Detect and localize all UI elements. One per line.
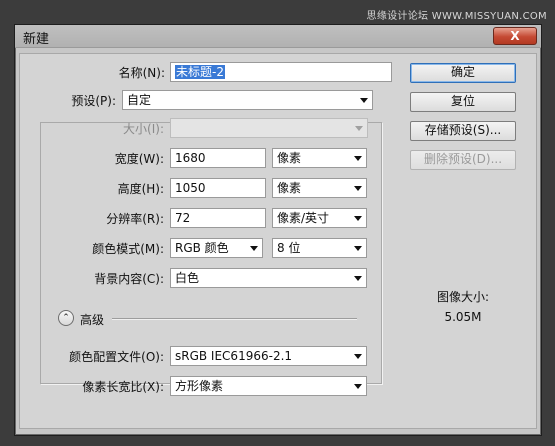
advanced-toggle-icon[interactable]: ⌃ xyxy=(58,310,74,326)
profile-value: sRGB IEC61966-2.1 xyxy=(175,349,293,363)
resolution-input[interactable]: 72 xyxy=(170,208,266,228)
advanced-label[interactable]: 高级 xyxy=(80,311,104,328)
save-preset-button[interactable]: 存储预设(S)... xyxy=(410,121,516,141)
chevron-down-icon xyxy=(354,186,362,191)
delete-preset-button[interactable]: 删除预设(D)... xyxy=(410,150,516,170)
resolution-unit-value: 像素/英寸 xyxy=(277,211,330,225)
reset-button[interactable]: 复位 xyxy=(410,92,516,112)
ok-button[interactable]: 确定 xyxy=(410,63,516,83)
chevron-down-icon xyxy=(355,126,363,131)
name-label: 名称(N): xyxy=(118,66,165,80)
colormode-select[interactable]: RGB 颜色 xyxy=(170,238,263,258)
width-input[interactable]: 1680 xyxy=(170,148,266,168)
chevron-down-icon xyxy=(354,354,362,359)
size-label: 大小(I): xyxy=(123,122,164,136)
dialog-title: 新建 xyxy=(23,32,50,47)
dialog-body: 名称(N): 未标题-2 预设(P): 自定 大小(I): 宽度(W): 168… xyxy=(19,53,537,429)
advanced-divider xyxy=(112,318,357,320)
profile-label: 颜色配置文件(O): xyxy=(69,350,164,364)
image-size-label: 图像大小: xyxy=(436,290,490,304)
resolution-unit-select[interactable]: 像素/英寸 xyxy=(272,208,367,228)
chevron-down-icon xyxy=(354,156,362,161)
aspect-value: 方形像素 xyxy=(175,379,224,393)
preset-select[interactable]: 自定 xyxy=(122,90,373,110)
background-select[interactable]: 白色 xyxy=(170,268,367,288)
aspect-select[interactable]: 方形像素 xyxy=(170,376,367,396)
chevron-down-icon xyxy=(354,246,362,251)
resolution-label: 分辨率(R): xyxy=(106,212,164,226)
chevron-down-icon xyxy=(354,276,362,281)
bitdepth-select[interactable]: 8 位 xyxy=(272,238,367,258)
aspect-label: 像素长宽比(X): xyxy=(82,380,164,394)
height-unit-select[interactable]: 像素 xyxy=(272,178,367,198)
profile-select[interactable]: sRGB IEC61966-2.1 xyxy=(170,346,367,366)
chevron-down-icon xyxy=(354,384,362,389)
background-value: 白色 xyxy=(175,271,200,285)
width-unit-select[interactable]: 像素 xyxy=(272,148,367,168)
height-unit-value: 像素 xyxy=(277,181,302,195)
name-input[interactable]: 未标题-2 xyxy=(170,62,392,82)
close-button[interactable]: X xyxy=(493,27,537,45)
preset-label: 预设(P): xyxy=(71,94,116,108)
title-bar[interactable]: 新建 X xyxy=(15,25,541,48)
chevron-down-icon xyxy=(250,246,258,251)
height-input[interactable]: 1050 xyxy=(170,178,266,198)
colormode-label: 颜色模式(M): xyxy=(92,242,164,256)
name-value: 未标题-2 xyxy=(175,65,225,79)
height-label: 高度(H): xyxy=(117,182,164,196)
chevron-down-icon xyxy=(360,98,368,103)
width-unit-value: 像素 xyxy=(277,151,302,165)
watermark-text: 思缘设计论坛 WWW.MISSYUAN.COM xyxy=(366,11,547,22)
preset-value: 自定 xyxy=(127,93,152,107)
size-select[interactable] xyxy=(170,118,368,138)
new-document-dialog: 新建 X 名称(N): 未标题-2 预设(P): 自定 大小(I): 宽度(W)… xyxy=(14,24,542,436)
width-label: 宽度(W): xyxy=(114,152,164,166)
bitdepth-value: 8 位 xyxy=(277,241,301,255)
background-label: 背景内容(C): xyxy=(94,272,164,286)
colormode-value: RGB 颜色 xyxy=(175,241,229,255)
chevron-down-icon xyxy=(354,216,362,221)
image-size-value: 5.05M xyxy=(444,310,482,324)
